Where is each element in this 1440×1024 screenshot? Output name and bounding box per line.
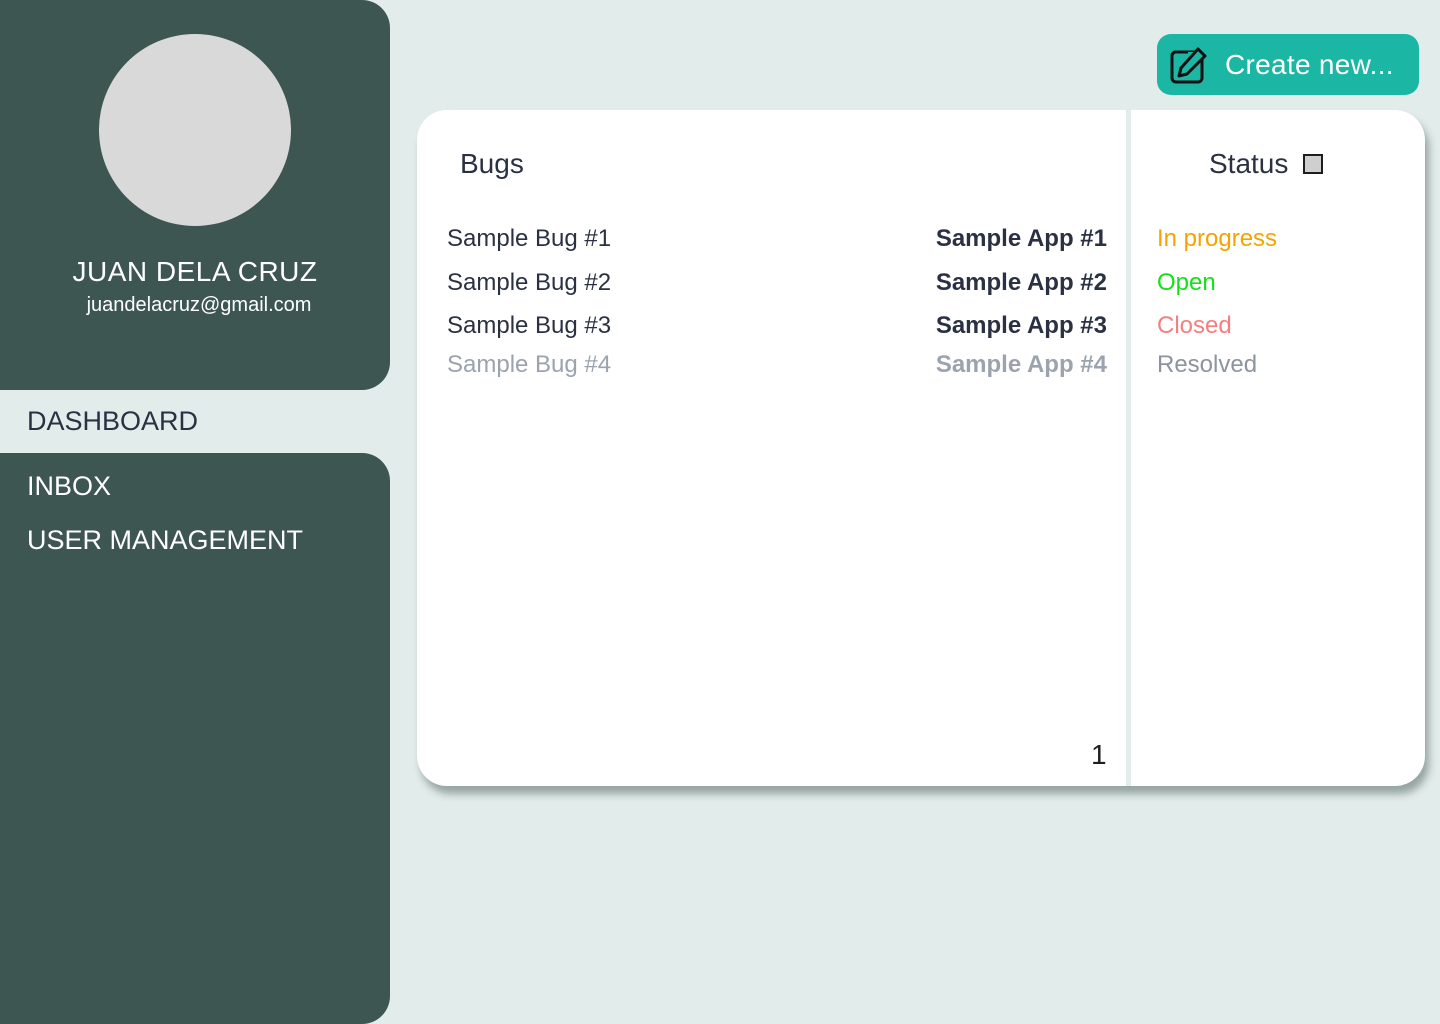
- avatar[interactable]: [99, 34, 291, 226]
- status-badge[interactable]: Closed: [1157, 312, 1232, 340]
- nav-item-dashboard[interactable]: DASHBOARD: [0, 390, 390, 453]
- bug-row[interactable]: Sample Bug #1 Sample App #1: [447, 225, 1107, 257]
- user-email: juandelacruz@gmail.com: [86, 294, 312, 316]
- bug-app: Sample App #1: [935, 225, 1107, 252]
- bugs-header: Bugs: [460, 148, 524, 179]
- user-name: JUAN DELA CRUZ: [72, 256, 318, 287]
- bug-app: Sample App #2: [935, 269, 1107, 296]
- bug-row[interactable]: Sample Bug #2 Sample App #2: [447, 269, 1107, 301]
- bug-row[interactable]: Sample Bug #3 Sample App #3: [447, 312, 1107, 344]
- status-badge[interactable]: Resolved: [1157, 351, 1257, 379]
- bug-name: Sample Bug #4: [447, 351, 612, 378]
- bugs-card: Bugs Status Sample Bug #1 Sample App #1 …: [417, 110, 1425, 786]
- edit-icon: [1170, 47, 1207, 83]
- nav-item-user-management[interactable]: USER MANAGEMENT: [27, 525, 303, 556]
- status-header: Status: [1209, 148, 1324, 180]
- column-divider: [1126, 110, 1131, 786]
- status-header-label: Status: [1209, 148, 1289, 179]
- status-badge[interactable]: Open: [1157, 269, 1216, 297]
- bug-app: Sample App #4: [935, 351, 1107, 378]
- create-new-label: Create new...: [1225, 48, 1394, 80]
- status-checkbox[interactable]: [1303, 154, 1324, 174]
- bug-name: Sample Bug #2: [447, 269, 612, 296]
- page-number[interactable]: 1: [1091, 739, 1107, 771]
- nav-item-inbox[interactable]: INBOX: [27, 471, 111, 502]
- bug-row[interactable]: Sample Bug #4 Sample App #4: [447, 351, 1107, 383]
- nav-panel: INBOX USER MANAGEMENT: [0, 453, 390, 1024]
- profile-card: JUAN DELA CRUZ juandelacruz@gmail.com: [0, 0, 390, 390]
- bug-name: Sample Bug #3: [447, 312, 612, 339]
- status-badge[interactable]: In progress: [1157, 225, 1277, 253]
- bug-app: Sample App #3: [935, 312, 1107, 339]
- bug-name: Sample Bug #1: [447, 225, 612, 252]
- create-new-button[interactable]: Create new...: [1157, 34, 1419, 95]
